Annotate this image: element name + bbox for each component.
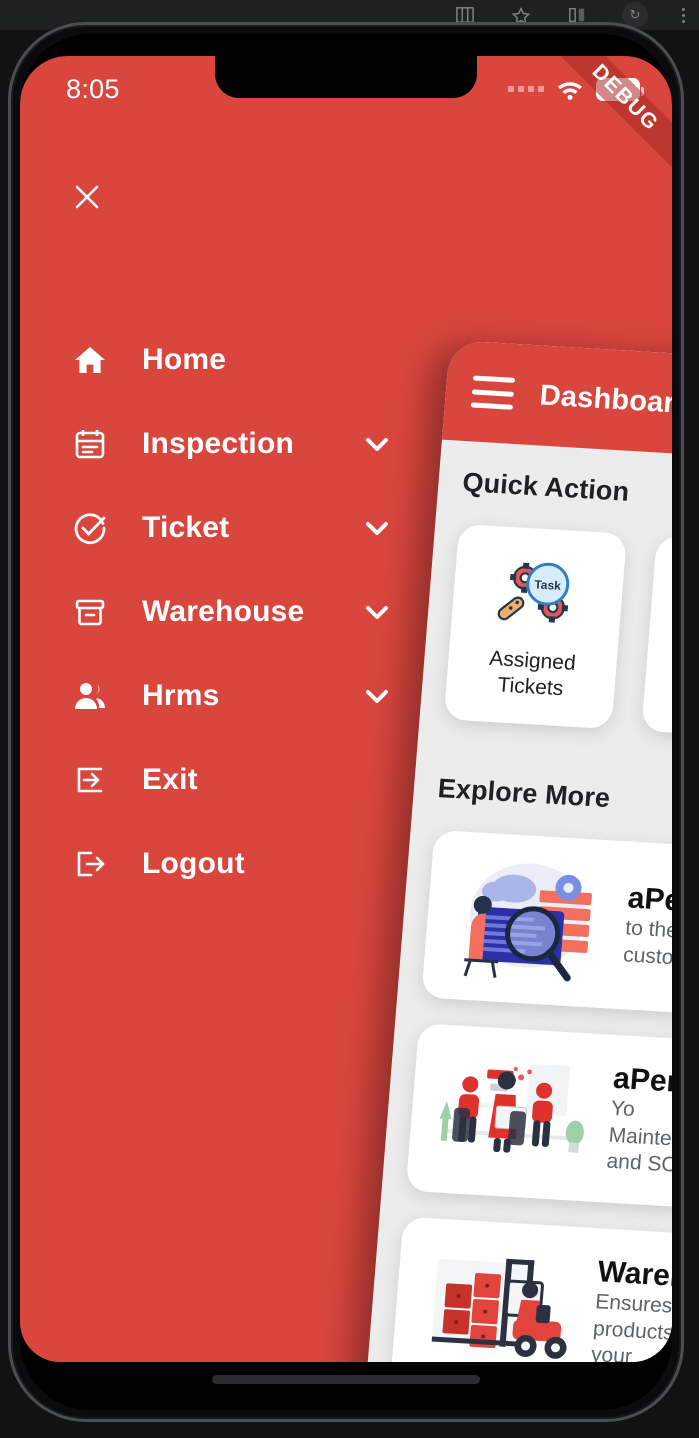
menu-item-label: Logout <box>142 847 245 880</box>
menu-item-ticket[interactable]: Ticket <box>20 486 416 570</box>
battery-icon <box>596 77 644 101</box>
wifi-icon <box>556 78 584 100</box>
explore-card-title: aPerfe <box>612 1061 672 1100</box>
explore-card-aperfe-maintenance[interactable]: aPerfe Manage YoMaintenanand SOPs. <box>405 1023 672 1215</box>
chevron-down-icon[interactable] <box>360 511 394 545</box>
clipboard-icon <box>68 422 112 466</box>
explore-more-heading: Explore More <box>436 773 612 814</box>
status-bar-indicators <box>508 77 644 101</box>
explore-card-desc: Ensures thproductsyour <box>590 1289 672 1362</box>
people-icon <box>68 674 112 718</box>
menu-item-warehouse[interactable]: Warehouse <box>20 570 416 654</box>
menu-item-home[interactable]: Home <box>20 318 416 402</box>
explore-card-text: aPerfe Manage YoMaintenanand SOPs. <box>605 1062 672 1187</box>
menu-item-label: Inspection <box>142 427 295 460</box>
inspection-illustration <box>437 849 615 991</box>
hamburger-icon[interactable] <box>470 375 516 410</box>
quick-action-card-scan-allocate[interactable]: SCAN Scan & Allocate <box>641 535 672 741</box>
chevron-down-icon[interactable] <box>360 595 394 629</box>
explore-more-list: aPerf Ensure tto the higcustomis <box>390 829 672 1362</box>
status-bar-time: 8:05 <box>66 73 120 104</box>
phone-bezel: Dashboard Quick Action Task Assigned Tic… <box>20 34 672 1410</box>
menu-item-exit[interactable]: Exit <box>20 738 416 822</box>
close-icon[interactable] <box>64 174 110 220</box>
menu-item-label: Warehouse <box>142 595 305 628</box>
explore-card-text: Wareho Ensures thproductsyour <box>590 1255 672 1362</box>
forklift-illustration <box>405 1235 583 1362</box>
menu-item-logout[interactable]: Logout <box>20 822 416 906</box>
quick-action-card-label: Assigned Tickets <box>486 646 576 702</box>
home-indicator[interactable] <box>212 1375 480 1384</box>
logout-arrow-icon <box>68 842 112 886</box>
menu-item-label: Hrms <box>142 679 220 712</box>
display-notch <box>215 56 477 98</box>
card-label-line1: Assigned <box>488 647 577 676</box>
archive-box-icon <box>68 590 112 634</box>
explore-card-warehouse[interactable]: Wareho Ensures thproductsyour <box>390 1216 672 1362</box>
signal-dots-icon <box>508 86 544 92</box>
explore-card-text: aPerf Ensure tto the higcustomis <box>622 882 672 980</box>
check-circle-icon <box>68 506 112 550</box>
card-label-line2: Tickets <box>496 673 565 701</box>
chevron-down-icon[interactable] <box>360 427 394 461</box>
task-magnifier-gears-icon: Task <box>489 550 588 639</box>
phone-device-frame: Dashboard Quick Action Task Assigned Tic… <box>8 22 684 1422</box>
menu-item-label: Home <box>142 343 227 376</box>
drawer-menu: Home Inspection Ticket Warehouse Hrms Ex… <box>20 318 416 906</box>
menu-item-inspection[interactable]: Inspection <box>20 402 416 486</box>
overflow-menu-icon[interactable] <box>682 7 685 23</box>
navigation-drawer-surface: Dashboard Quick Action Task Assigned Tic… <box>20 56 672 1362</box>
quick-action-card-assigned-tickets[interactable]: Task Assigned Tickets <box>443 523 628 730</box>
explore-card-aperf-inspection[interactable]: aPerf Ensure tto the higcustomis <box>421 829 672 1021</box>
svg-text:Task: Task <box>534 578 562 594</box>
team-meeting-illustration <box>421 1042 599 1184</box>
chevron-down-icon[interactable] <box>360 679 394 713</box>
home-icon <box>68 338 112 382</box>
menu-item-label: Ticket <box>142 511 230 544</box>
phone-screen: Dashboard Quick Action Task Assigned Tic… <box>20 34 672 1410</box>
screen-bottom-mask <box>20 1362 672 1410</box>
login-arrow-icon <box>68 758 112 802</box>
menu-item-hrms[interactable]: Hrms <box>20 654 416 738</box>
quick-action-heading: Quick Action <box>461 467 631 507</box>
explore-card-title: aPerf <box>626 881 672 919</box>
quick-action-list: Task Assigned Tickets <box>443 523 672 743</box>
menu-item-label: Exit <box>142 763 198 796</box>
explore-card-title: Wareho <box>596 1254 672 1295</box>
dashboard-title: Dashboard <box>538 378 672 420</box>
